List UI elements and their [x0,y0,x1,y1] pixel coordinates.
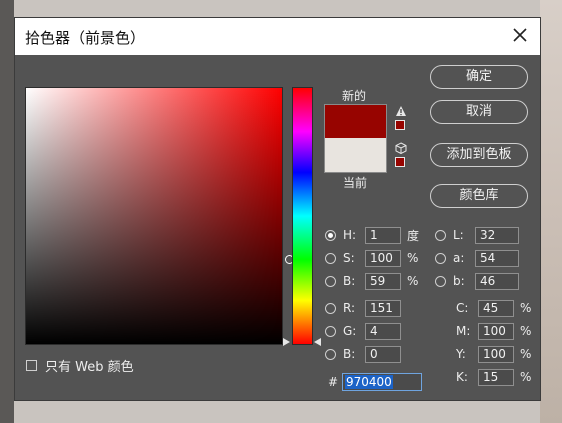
current-color-label: 当前 [343,176,368,190]
saturation-unit: % [407,251,419,265]
blue-label: B: [343,347,356,361]
brightness-radio[interactable] [325,275,336,287]
red-label: R: [343,301,356,315]
black-row: K: 15 % [456,368,531,386]
lab-b-radio[interactable] [435,275,446,287]
hex-value: 970400 [345,375,393,389]
lab-a-radio[interactable] [435,252,446,264]
brightness-label: B: [343,274,356,288]
cyan-unit: % [520,301,532,315]
background-left [0,0,14,423]
cyan-label: C: [456,301,469,315]
hue-slider-right-handle[interactable] [314,338,321,346]
lab-l-radio[interactable] [435,229,446,241]
background-right [540,0,562,423]
lab-a-label: a: [453,251,465,265]
cube-icon[interactable] [395,142,407,154]
lab-l-input[interactable]: 32 [475,226,519,244]
warning-triangle-icon[interactable] [395,105,407,117]
brightness-input[interactable]: 59 [365,272,401,290]
cyan-input[interactable]: 45 [478,299,514,317]
close-icon[interactable] [510,25,530,45]
lab-a-input[interactable]: 54 [475,249,519,267]
magenta-input[interactable]: 100 [478,322,514,340]
lab-b-row: b: 46 [435,272,519,290]
magenta-label: M: [456,324,471,338]
lab-a-row: a: 54 [435,249,519,267]
yellow-row: Y: 100 % [456,345,531,363]
lab-l-label: L: [453,228,464,242]
new-color-label: 新的 [342,89,367,103]
new-color-swatch [324,104,387,139]
magenta-unit: % [520,324,532,338]
green-radio[interactable] [325,325,336,337]
hex-input[interactable]: 970400 [342,373,422,391]
red-radio[interactable] [325,302,336,314]
websafe-option[interactable]: 只有 Web 颜色 [26,356,134,375]
cancel-button[interactable]: 取消 [430,100,528,124]
hue-unit: 度 [407,228,420,243]
hue-slider-left-handle[interactable] [283,338,290,346]
magenta-row: M: 100 % [456,322,531,340]
black-input[interactable]: 15 [478,368,514,386]
red-input[interactable]: 151 [365,299,401,317]
lab-b-input[interactable]: 46 [475,272,519,290]
add-to-swatches-button[interactable]: 添加到色板 [430,143,528,167]
hue-slider[interactable] [292,87,313,345]
yellow-label: Y: [456,347,466,361]
websafe-label: 只有 Web 颜色 [45,360,134,375]
brightness-row: B: 59 % [325,272,418,290]
color-picker-dialog: 拾色器（前景色） 只有 Web 颜色 新的 当前 确定 取消 添加到色板 颜色库… [14,17,541,401]
color-libraries-button[interactable]: 颜色库 [430,184,528,208]
black-label: K: [456,370,468,384]
saturation-label: S: [343,251,355,265]
websafe-checkbox[interactable] [26,360,37,371]
black-unit: % [520,370,532,384]
websafe-warning-swatch[interactable] [395,157,405,167]
blue-input[interactable]: 0 [365,345,401,363]
ok-button[interactable]: 确定 [430,65,528,89]
gamut-warning-swatch[interactable] [395,120,405,130]
saturation-brightness-field[interactable] [25,87,294,345]
saturation-row: S: 100 % [325,249,418,267]
hex-label: # [328,375,339,389]
blue-radio[interactable] [325,348,336,360]
saturation-input[interactable]: 100 [365,249,401,267]
hue-row: H: 1 度 [325,226,419,244]
green-label: G: [343,324,357,338]
hue-label: H: [343,228,357,242]
green-row: G: 4 [325,322,401,340]
dialog-title: 拾色器（前景色） [25,29,146,47]
saturation-radio[interactable] [325,252,336,264]
brightness-unit: % [407,274,419,288]
yellow-input[interactable]: 100 [478,345,514,363]
cyan-row: C: 45 % [456,299,531,317]
red-row: R: 151 [325,299,401,317]
hex-label-row: # [328,373,338,391]
lab-l-row: L: 32 [435,226,519,244]
title-bar: 拾色器（前景色） [15,18,540,55]
blue-row: B: 0 [325,345,401,363]
hue-radio[interactable] [325,229,336,241]
current-color-swatch[interactable] [324,138,387,173]
hue-input[interactable]: 1 [365,226,401,244]
lab-b-label: b: [453,274,465,288]
yellow-unit: % [520,347,532,361]
green-input[interactable]: 4 [365,322,401,340]
